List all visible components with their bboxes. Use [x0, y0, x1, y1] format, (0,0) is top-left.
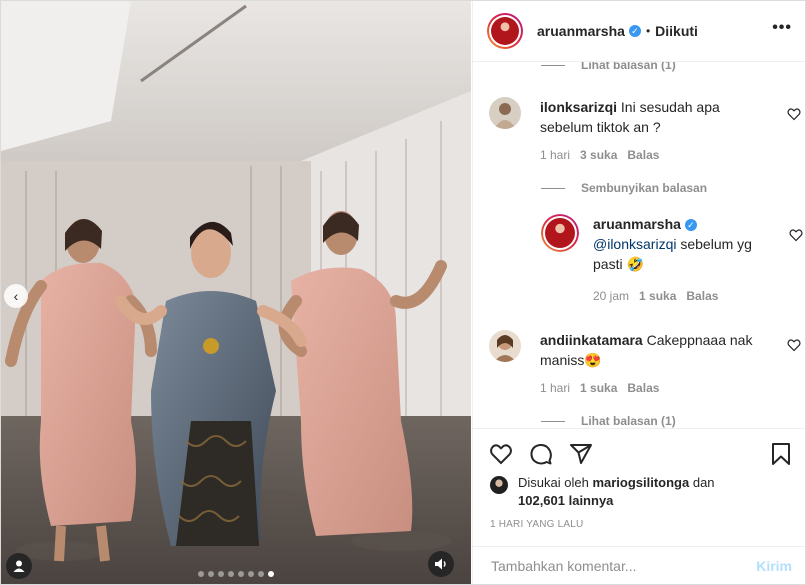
- post-comment-button[interactable]: Kirim: [756, 558, 792, 574]
- reply-text: aruanmarsha ✓ @ilonksarizqi sebelum yg pa…: [593, 214, 763, 274]
- comment-time[interactable]: 1 hari: [540, 148, 570, 162]
- post-details-panel: aruanmarsha ✓ • Diikuti ••• Lihat balasa…: [472, 1, 805, 584]
- verified-icon: ✓: [628, 25, 641, 37]
- following-button[interactable]: Diikuti: [655, 23, 698, 39]
- carousel-dot: [228, 571, 234, 577]
- post-media[interactable]: ‹: [1, 1, 471, 584]
- liker-avatar[interactable]: [490, 476, 508, 494]
- comment-username[interactable]: ilonksarizqi: [540, 99, 617, 115]
- sound-toggle-button[interactable]: [428, 551, 454, 577]
- video-frame: [1, 1, 471, 584]
- comment-time[interactable]: 1 hari: [540, 381, 570, 395]
- commenter-avatar[interactable]: [489, 330, 521, 362]
- comment-input[interactable]: [489, 557, 743, 575]
- comment-meta: 1 hari 1 suka Balas: [540, 381, 659, 395]
- mention-link[interactable]: @ilonksarizqi: [593, 236, 676, 252]
- speaker-icon: [435, 558, 446, 570]
- carousel-dot: [218, 571, 224, 577]
- carousel-dot: [208, 571, 214, 577]
- verified-icon: ✓: [684, 219, 697, 231]
- comment-likes[interactable]: 3 suka: [580, 148, 617, 162]
- carousel-dot: [248, 571, 254, 577]
- reply-button[interactable]: Balas: [686, 289, 718, 303]
- comment-text: andiinkatamara Cakeppnaaa nak maniss😍: [540, 330, 760, 370]
- like-icon[interactable]: [489, 442, 513, 466]
- reply-avatar[interactable]: [541, 214, 579, 252]
- like-reply-icon[interactable]: [789, 228, 803, 242]
- comment-username[interactable]: andiinkatamara: [540, 332, 643, 348]
- comment-icon[interactable]: [529, 442, 553, 466]
- author-avatar[interactable]: [487, 13, 523, 49]
- likes-count-link[interactable]: 102,601 lainnya: [518, 493, 613, 508]
- post-header: aruanmarsha ✓ • Diikuti •••: [473, 1, 805, 62]
- reply-time[interactable]: 20 jam: [593, 289, 629, 303]
- separator-bullet: •: [645, 24, 651, 38]
- author-username[interactable]: aruanmarsha: [537, 23, 625, 39]
- comment-meta: 1 hari 3 suka Balas: [540, 148, 659, 162]
- add-comment-bar: Kirim: [473, 546, 805, 584]
- reply-button[interactable]: Balas: [627, 148, 659, 162]
- post-timestamp[interactable]: 1 HARI YANG LALU: [490, 519, 583, 530]
- post-dialog: ‹ aruanmarsha ✓ • Diikuti ••• Lihat bala…: [0, 0, 806, 585]
- carousel-dot: [268, 571, 274, 577]
- chevron-left-icon: ‹: [13, 288, 19, 304]
- carousel-dot: [238, 571, 244, 577]
- reply-button[interactable]: Balas: [627, 381, 659, 395]
- carousel-dot: [198, 571, 204, 577]
- commenter-avatar[interactable]: [489, 97, 521, 129]
- comment-likes[interactable]: 1 suka: [580, 381, 617, 395]
- carousel-dot: [258, 571, 264, 577]
- view-replies-link[interactable]: Lihat balasan (1): [541, 414, 676, 428]
- reply-username[interactable]: aruanmarsha: [593, 216, 681, 232]
- more-horizontal-icon[interactable]: •••: [772, 19, 792, 37]
- comments-list[interactable]: Lihat balasan (1) ilonksarizqi Ini sesud…: [473, 62, 805, 428]
- previous-slide-button[interactable]: ‹: [4, 284, 28, 308]
- post-actions: Disukai oleh mariogsilitonga dan 102,601…: [473, 428, 805, 584]
- like-comment-icon[interactable]: [787, 338, 801, 352]
- reply-likes[interactable]: 1 suka: [639, 289, 676, 303]
- carousel-dots: [1, 571, 471, 577]
- comment-text: ilonksarizqi Ini sesudah apa sebelum tik…: [540, 97, 760, 137]
- liker-username[interactable]: mariogsilitonga: [592, 475, 689, 490]
- save-icon[interactable]: [769, 442, 793, 466]
- reply-meta: 20 jam 1 suka Balas: [593, 289, 718, 303]
- hide-replies-link[interactable]: Sembunyikan balasan: [541, 181, 707, 195]
- view-replies-link[interactable]: Lihat balasan (1): [541, 62, 676, 72]
- like-comment-icon[interactable]: [787, 107, 801, 121]
- share-icon[interactable]: [569, 442, 593, 466]
